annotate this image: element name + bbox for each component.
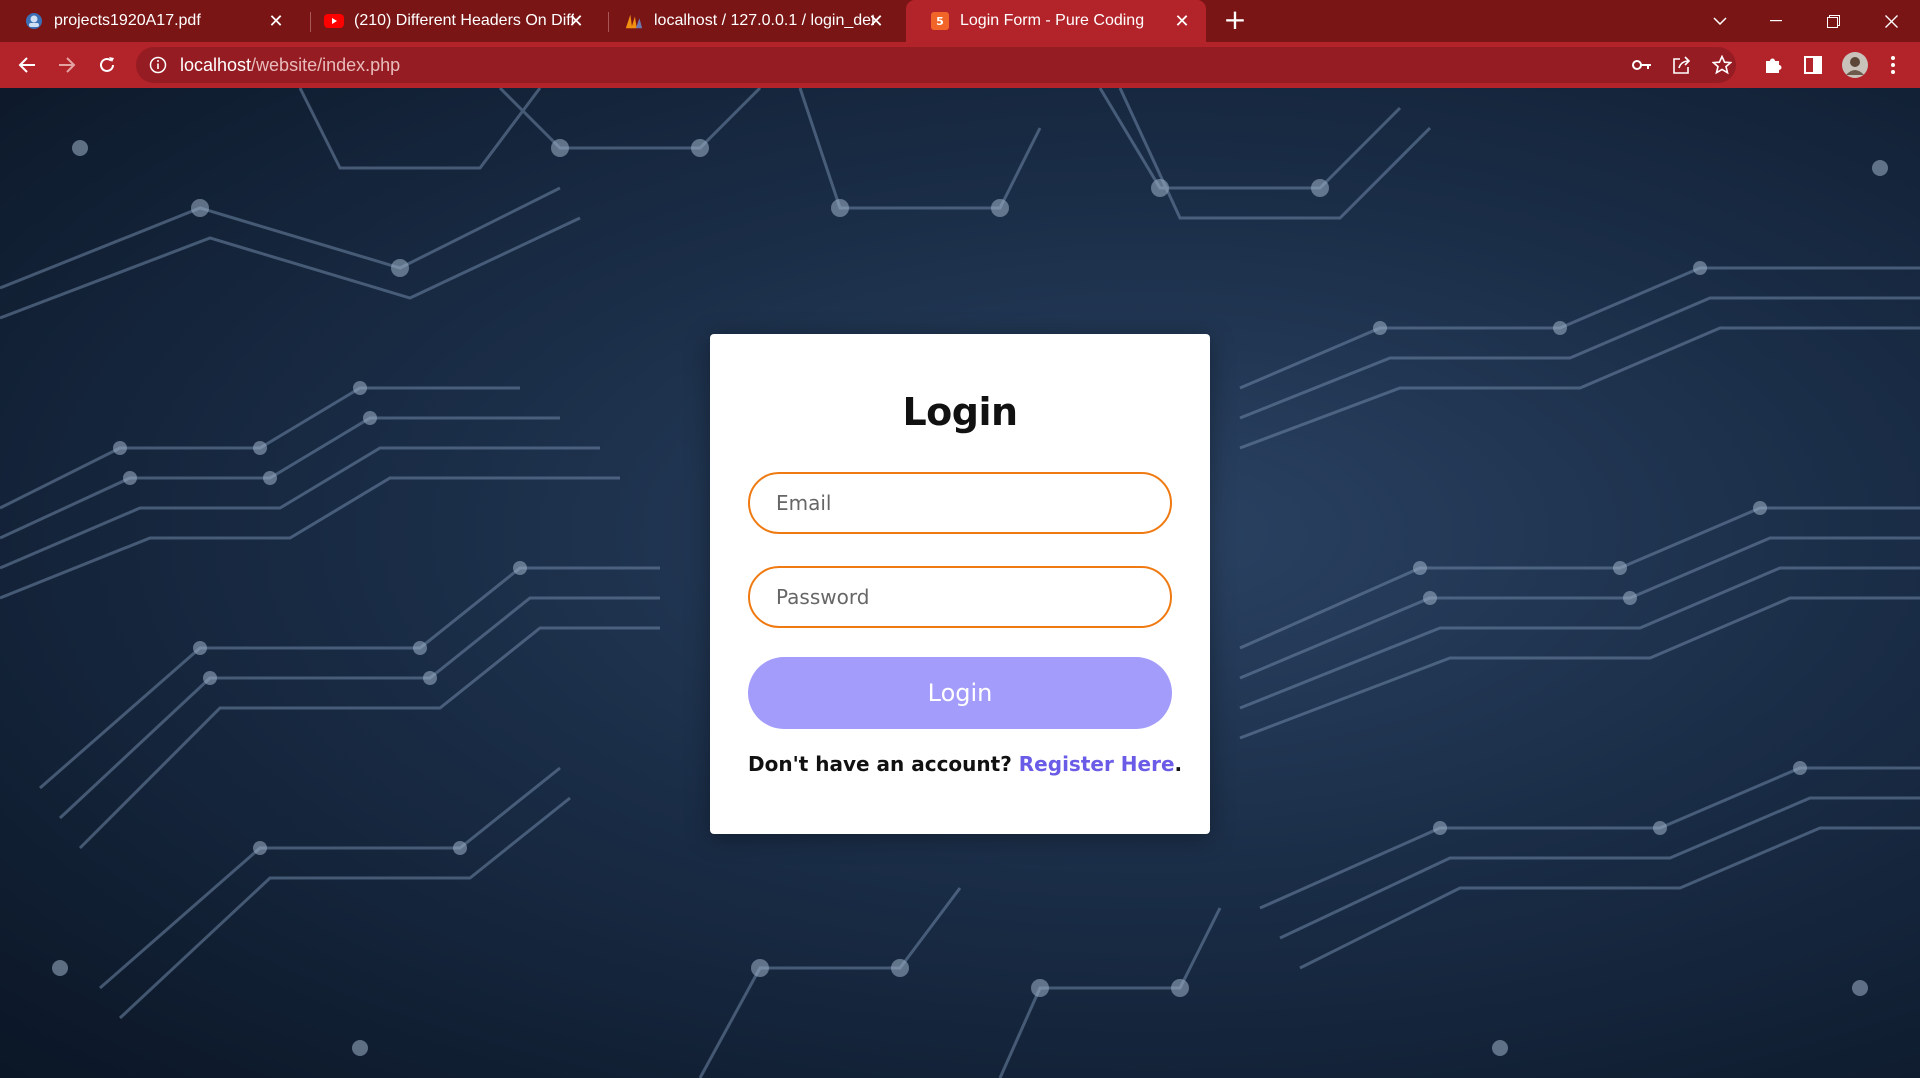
- tab-close-icon[interactable]: ✕: [266, 11, 286, 31]
- browser-tab-strip: projects1920A17.pdf ✕ (210) Different He…: [0, 0, 1920, 42]
- url-host: localhost: [180, 54, 252, 75]
- tab-youtube[interactable]: (210) Different Headers On Differ ✕: [300, 0, 600, 42]
- tab-title: Login Form - Pure Coding: [960, 12, 1145, 29]
- bookmark-star-icon[interactable]: [1709, 52, 1735, 78]
- extensions-puzzle-icon[interactable]: [1760, 52, 1786, 78]
- forward-arrow-icon[interactable]: [53, 51, 81, 79]
- login-heading: Login: [902, 390, 1018, 434]
- phpmyadmin-favicon-icon: [624, 11, 644, 31]
- url-text: localhost/website/index.php: [180, 55, 400, 76]
- svg-text:5: 5: [936, 15, 944, 28]
- page-viewport: Login Login Don't have an account? Regis…: [0, 88, 1920, 1078]
- tab-login-form[interactable]: 5 Login Form - Pure Coding ✕: [906, 0, 1206, 42]
- tab-title: (210) Different Headers On Differ: [354, 12, 574, 29]
- tab-phpmyadmin[interactable]: localhost / 127.0.0.1 / login_deta ✕: [600, 0, 900, 42]
- register-prompt: Don't have an account? Register Here.: [748, 752, 1182, 776]
- tab-title: projects1920A17.pdf: [54, 12, 201, 29]
- tab-close-icon[interactable]: ✕: [1172, 11, 1192, 31]
- pdf-favicon-icon: [24, 11, 44, 31]
- reload-icon[interactable]: [93, 51, 121, 79]
- back-arrow-icon[interactable]: [13, 51, 41, 79]
- register-link[interactable]: Register Here: [1019, 752, 1175, 776]
- browser-toolbar: localhost/website/index.php: [0, 42, 1920, 88]
- email-input[interactable]: [748, 472, 1172, 534]
- share-icon[interactable]: [1669, 52, 1695, 78]
- restore-icon[interactable]: [1810, 0, 1856, 42]
- url-path: /website/index.php: [251, 54, 401, 75]
- close-window-icon[interactable]: [1868, 0, 1914, 42]
- menu-kebab-icon[interactable]: [1880, 52, 1906, 78]
- tab-title: localhost / 127.0.0.1 / login_deta: [654, 12, 874, 29]
- tab-pdf[interactable]: projects1920A17.pdf ✕: [0, 0, 300, 42]
- password-input[interactable]: [748, 566, 1172, 628]
- site-info-icon[interactable]: [149, 56, 167, 74]
- tab-close-icon[interactable]: ✕: [566, 11, 586, 31]
- minimize-icon[interactable]: [1753, 0, 1799, 42]
- tab-search-chevron-icon[interactable]: [1697, 0, 1743, 42]
- youtube-favicon-icon: [324, 11, 344, 31]
- register-suffix: .: [1174, 752, 1183, 776]
- profile-avatar[interactable]: [1840, 50, 1870, 80]
- login-button[interactable]: Login: [748, 657, 1172, 729]
- register-prompt-text: Don't have an account?: [748, 752, 1012, 776]
- password-key-icon[interactable]: [1629, 52, 1655, 78]
- side-panel-icon[interactable]: [1800, 52, 1826, 78]
- new-tab-plus-icon[interactable]: +: [1221, 6, 1249, 35]
- login-card: Login Login Don't have an account? Regis…: [710, 334, 1210, 834]
- address-bar[interactable]: localhost/website/index.php: [136, 47, 1736, 83]
- html5-favicon-icon: 5: [930, 11, 950, 31]
- tab-close-icon[interactable]: ✕: [866, 11, 886, 31]
